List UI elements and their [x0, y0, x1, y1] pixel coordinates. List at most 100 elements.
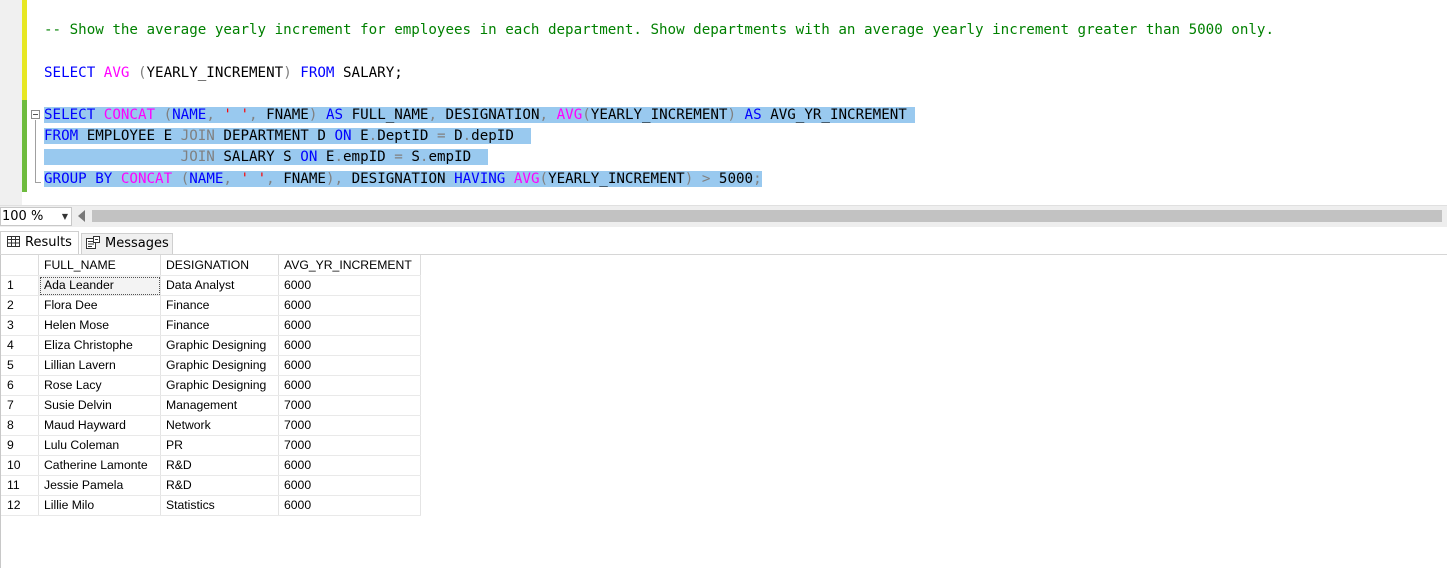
- sql-operator: ,: [539, 107, 549, 123]
- sql-operator: =: [394, 149, 403, 165]
- cell-designation[interactable]: Graphic Designing: [160, 375, 279, 396]
- editor-status-strip: 100 % ▼: [0, 205, 1447, 227]
- cell-designation[interactable]: Network: [160, 415, 279, 436]
- column-header[interactable]: AVG_YR_INCREMENT: [278, 255, 421, 276]
- sql-operator: ;: [753, 171, 762, 187]
- row-number[interactable]: 9: [1, 435, 39, 456]
- cell-designation[interactable]: PR: [160, 435, 279, 456]
- column-header[interactable]: DESIGNATION: [160, 255, 279, 276]
- sql-operator: JOIN: [180, 149, 215, 165]
- query-editor[interactable]: -- Show the average yearly increment for…: [0, 0, 1447, 205]
- cell-designation[interactable]: Data Analyst: [160, 275, 279, 296]
- tab-results[interactable]: Results: [0, 231, 79, 254]
- cell-designation[interactable]: Statistics: [160, 495, 279, 516]
- cell-full-name[interactable]: Lillie Milo: [38, 495, 161, 516]
- cell-designation[interactable]: Finance: [160, 295, 279, 316]
- table-row[interactable]: 3 Helen Mose Finance 6000: [1, 315, 421, 336]
- sql-operator: ,: [334, 171, 344, 187]
- cell-designation[interactable]: R&D: [160, 475, 279, 496]
- scroll-left-arrow-icon[interactable]: [78, 210, 85, 222]
- cell-avg-increment[interactable]: 6000: [278, 315, 421, 336]
- row-number[interactable]: 7: [1, 395, 39, 416]
- cell-avg-increment[interactable]: 6000: [278, 335, 421, 356]
- cell-avg-increment[interactable]: 6000: [278, 455, 421, 476]
- table-row[interactable]: 10 Catherine Lamonte R&D 6000: [1, 455, 421, 476]
- cell-full-name[interactable]: Lillian Lavern: [38, 355, 161, 376]
- tab-messages[interactable]: Messages: [81, 233, 173, 254]
- cell-avg-increment[interactable]: 6000: [278, 475, 421, 496]
- outline-line: [35, 120, 36, 182]
- table-row[interactable]: 1 Ada Leander Data Analyst 6000: [1, 275, 421, 296]
- cell-designation[interactable]: Graphic Designing: [160, 335, 279, 356]
- row-number[interactable]: 3: [1, 315, 39, 336]
- cell-full-name[interactable]: Jessie Pamela: [38, 475, 161, 496]
- cell-full-name[interactable]: Rose Lacy: [38, 375, 161, 396]
- sql-function: AVG: [513, 171, 540, 187]
- sql-operator: (: [137, 65, 147, 81]
- cell-avg-increment[interactable]: 6000: [278, 295, 421, 316]
- header-row: FULL_NAME DESIGNATION AVG_YR_INCREMENT: [1, 255, 421, 276]
- cell-avg-increment[interactable]: 6000: [278, 375, 421, 396]
- table-row[interactable]: 6 Rose Lacy Graphic Designing 6000: [1, 375, 421, 396]
- table-row[interactable]: 9 Lulu Coleman PR 7000: [1, 435, 421, 456]
- table-row[interactable]: 8 Maud Hayward Network 7000: [1, 415, 421, 436]
- grid-icon: [7, 236, 20, 247]
- outline-line-end: [35, 182, 41, 183]
- cell-avg-increment[interactable]: 7000: [278, 395, 421, 416]
- table-row[interactable]: 11 Jessie Pamela R&D 6000: [1, 475, 421, 496]
- row-number[interactable]: 6: [1, 375, 39, 396]
- sql-operator: JOIN: [180, 128, 215, 144]
- sql-operator: >: [701, 171, 711, 187]
- cell-avg-increment[interactable]: 6000: [278, 495, 421, 516]
- horizontal-scrollbar-thumb[interactable]: [92, 210, 1442, 222]
- tab-results-label: Results: [25, 235, 72, 250]
- sql-operator: .: [462, 128, 472, 144]
- cell-full-name[interactable]: Lulu Coleman: [38, 435, 161, 456]
- cell-full-name[interactable]: Maud Hayward: [38, 415, 161, 436]
- row-number-header[interactable]: [1, 255, 39, 276]
- cell-avg-increment[interactable]: 7000: [278, 435, 421, 456]
- cell-full-name[interactable]: Ada Leander: [38, 275, 161, 296]
- table-row[interactable]: 5 Lillian Lavern Graphic Designing 6000: [1, 355, 421, 376]
- row-number[interactable]: 5: [1, 355, 39, 376]
- code-line-comment: -- Show the average yearly increment for…: [44, 20, 1274, 41]
- sql-keyword: AS: [325, 107, 344, 123]
- table-row[interactable]: 12 Lillie Milo Statistics 6000: [1, 495, 421, 516]
- column-header[interactable]: FULL_NAME: [38, 255, 161, 276]
- cell-full-name[interactable]: Susie Delvin: [38, 395, 161, 416]
- sql-identifier: DeptID: [377, 128, 429, 144]
- cell-avg-increment[interactable]: 7000: [278, 415, 421, 436]
- cell-full-name[interactable]: Helen Mose: [38, 315, 161, 336]
- cell-designation[interactable]: Management: [160, 395, 279, 416]
- sql-keyword: FROM: [300, 65, 335, 81]
- row-number[interactable]: 12: [1, 495, 39, 516]
- cell-full-name[interactable]: Eliza Christophe: [38, 335, 161, 356]
- sql-string: ' ': [240, 171, 267, 187]
- cell-designation[interactable]: Graphic Designing: [160, 355, 279, 376]
- table-row[interactable]: 2 Flora Dee Finance 6000: [1, 295, 421, 316]
- table-row[interactable]: 4 Eliza Christophe Graphic Designing 6000: [1, 335, 421, 356]
- cell-avg-increment[interactable]: 6000: [278, 275, 421, 296]
- row-number[interactable]: 2: [1, 295, 39, 316]
- results-grid[interactable]: FULL_NAME DESIGNATION AVG_YR_INCREMENT 1…: [0, 255, 1447, 568]
- zoom-select[interactable]: 100 % ▼: [0, 207, 72, 226]
- row-number[interactable]: 8: [1, 415, 39, 436]
- sql-operator: (: [180, 171, 190, 187]
- row-number[interactable]: 1: [1, 275, 39, 296]
- cell-full-name[interactable]: Flora Dee: [38, 295, 161, 316]
- sql-operator: (: [163, 107, 173, 123]
- cell-avg-increment[interactable]: 6000: [278, 355, 421, 376]
- cell-designation[interactable]: Finance: [160, 315, 279, 336]
- cell-designation[interactable]: R&D: [160, 455, 279, 476]
- collapse-toggle-icon[interactable]: [31, 110, 40, 119]
- sql-function: AVG: [103, 65, 130, 81]
- table-row[interactable]: 7 Susie Delvin Management 7000: [1, 395, 421, 416]
- row-number[interactable]: 11: [1, 475, 39, 496]
- sql-keyword: AS: [744, 107, 762, 123]
- row-number[interactable]: 10: [1, 455, 39, 476]
- sql-keyword: ON: [300, 149, 318, 165]
- row-number[interactable]: 4: [1, 335, 39, 356]
- cell-full-name[interactable]: Catherine Lamonte: [38, 455, 161, 476]
- code-line-query2-from: FROM EMPLOYEE E JOIN DEPARTMENT D ON E.D…: [44, 126, 531, 147]
- sql-operator: (: [582, 107, 591, 123]
